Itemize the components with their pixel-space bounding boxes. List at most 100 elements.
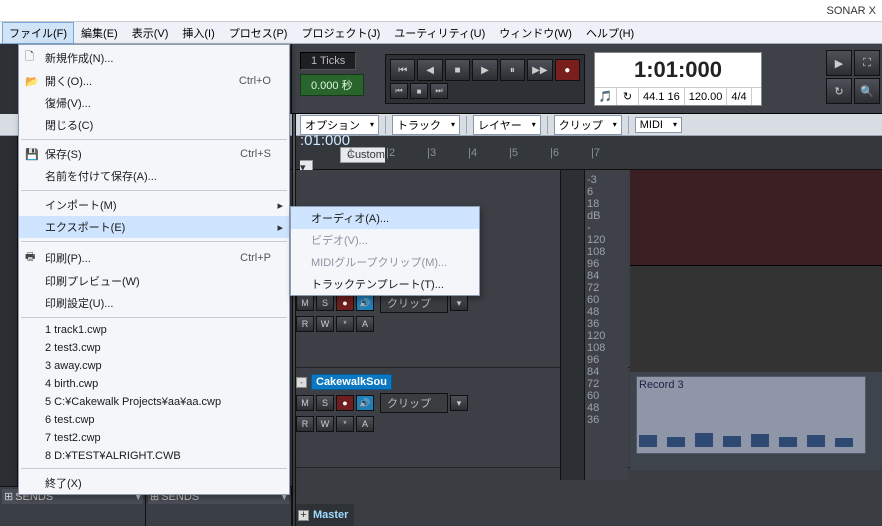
record-clip[interactable]: Record 3 xyxy=(636,376,866,454)
ruler-tick: |2 xyxy=(386,147,395,159)
scale-tick: 18 xyxy=(585,198,628,210)
menu-item-label: 印刷プレビュー(W) xyxy=(45,273,271,289)
tool-play-button[interactable]: ▶ xyxy=(826,50,852,76)
rewind-button[interactable]: ◀ xyxy=(417,59,442,81)
sub-dropdown[interactable]: MIDI xyxy=(635,117,682,133)
track-button[interactable]: A xyxy=(356,316,374,332)
scale-tick: 108 xyxy=(585,342,628,354)
sub-dropdown[interactable]: クリップ xyxy=(554,115,622,135)
track-button[interactable]: S xyxy=(316,295,334,311)
menu-item[interactable]: ファイル(F) xyxy=(2,22,74,44)
sub-dropdown[interactable]: トラック xyxy=(392,115,460,135)
menu-item[interactable]: 印刷プレビュー(W) xyxy=(19,270,289,292)
menu-item[interactable]: インポート(M) xyxy=(19,194,289,216)
menu-item[interactable]: 挿入(I) xyxy=(175,22,221,44)
audio-track-lane[interactable] xyxy=(630,170,882,266)
submenu-item[interactable]: オーディオ(A)... xyxy=(291,207,479,229)
cakewalk-track-lane[interactable]: Record 3 xyxy=(630,372,882,470)
track-button[interactable]: W xyxy=(316,416,334,432)
menu-item[interactable]: 🗋新規作成(N)... xyxy=(19,45,289,70)
tool-loop-button[interactable]: ↻ xyxy=(826,78,852,104)
marker-stop-button[interactable]: ■ xyxy=(410,83,428,99)
menu-item[interactable]: 名前を付けて保存(A)... xyxy=(19,165,289,187)
menu-item[interactable]: プロセス(P) xyxy=(222,22,295,44)
menu-item-label: 6 test.cwp xyxy=(45,414,271,426)
menu-item[interactable]: 表示(V) xyxy=(125,22,176,44)
menu-item[interactable]: 🖶印刷(P)...Ctrl+P xyxy=(19,245,289,270)
stop-button[interactable]: ■ xyxy=(445,59,470,81)
metronome-icon[interactable]: 🎵 xyxy=(595,88,617,105)
track-button[interactable]: * xyxy=(336,316,354,332)
ticks-display[interactable]: 1 Ticks xyxy=(300,52,356,70)
menu-item[interactable]: 💾保存(S)Ctrl+S xyxy=(19,143,289,165)
submenu-item[interactable]: ビデオ(V)... xyxy=(291,229,479,251)
track-button[interactable]: W xyxy=(316,316,334,332)
menu-item[interactable]: 1 track1.cwp xyxy=(19,321,289,339)
timeline-ruler[interactable]: 1|2|3|4|5|6|7 xyxy=(338,147,882,159)
master-bus[interactable]: + Master xyxy=(292,504,354,526)
expand-icon[interactable]: + xyxy=(298,510,309,521)
loop-icon[interactable]: ↻ xyxy=(617,88,639,105)
menu-item[interactable]: 6 test.cwp xyxy=(19,411,289,429)
menu-item[interactable]: 5 C:¥Cakewalk Projects¥aa¥aa.cwp xyxy=(19,393,289,411)
track-button[interactable]: M xyxy=(296,395,314,411)
track-button[interactable]: 🔊 xyxy=(356,395,374,411)
menu-item-label: 名前を付けて保存(A)... xyxy=(45,168,271,184)
midi-track-lane[interactable] xyxy=(630,266,882,372)
clip-dropdown-toggle[interactable]: ▾ xyxy=(450,295,468,311)
marker-next-button[interactable]: ⏭ xyxy=(430,83,448,99)
submenu-item[interactable]: MIDIグループクリップ(M)... xyxy=(291,251,479,273)
time-signature[interactable]: 4/4 xyxy=(727,88,751,105)
scale-tick: 36 xyxy=(585,318,628,330)
menu-item[interactable]: プロジェクト(J) xyxy=(294,22,387,44)
tempo-value[interactable]: 120.00 xyxy=(685,88,728,105)
collapse-icon[interactable]: - xyxy=(296,377,307,388)
time-display[interactable]: 1:01:000 🎵 ↻ 44.1 16 120.00 4/4 xyxy=(594,52,762,106)
tool-fit-button[interactable]: ⛶ xyxy=(854,50,880,76)
scale-tick: dB xyxy=(585,210,628,222)
menu-item[interactable]: 2 test3.cwp xyxy=(19,339,289,357)
menu-item[interactable]: 7 test2.cwp xyxy=(19,429,289,447)
track-button[interactable]: ● xyxy=(336,295,354,311)
seconds-display[interactable]: 0.000 秒 xyxy=(300,74,364,96)
menu-item[interactable]: ヘルプ(H) xyxy=(579,22,641,44)
track-button[interactable]: S xyxy=(316,395,334,411)
menu-item[interactable]: エクスポート(E) xyxy=(19,216,289,238)
record-button[interactable]: ● xyxy=(555,59,580,81)
track-button[interactable]: ● xyxy=(336,395,354,411)
menu-item[interactable]: 8 D:¥TEST¥ALRIGHT.CWB xyxy=(19,447,289,465)
submenu-item[interactable]: トラックテンプレート(T)... xyxy=(291,273,479,295)
track-button[interactable]: A xyxy=(356,416,374,432)
track-name[interactable]: CakewalkSou xyxy=(311,374,392,390)
pane-divider[interactable] xyxy=(292,114,296,526)
pause-button[interactable]: ⏸ xyxy=(500,59,525,81)
menu-item[interactable]: 終了(X) xyxy=(19,472,289,494)
forward-button[interactable]: ▶▶ xyxy=(527,59,552,81)
expand-icon[interactable]: ⊞ xyxy=(4,490,13,503)
play-button[interactable]: ▶ xyxy=(472,59,497,81)
menu-item[interactable]: 印刷設定(U)... xyxy=(19,292,289,314)
menu-item[interactable]: 📂開く(O)...Ctrl+O xyxy=(19,70,289,92)
menu-item[interactable]: 4 birth.cwp xyxy=(19,375,289,393)
marker-prev-button[interactable]: ⏮ xyxy=(390,83,408,99)
clip-dropdown[interactable]: クリップ xyxy=(380,393,448,413)
tool-zoom-button[interactable]: 🔍 xyxy=(854,78,880,104)
track-button[interactable]: R xyxy=(296,316,314,332)
track-button[interactable]: R xyxy=(296,416,314,432)
menu-item[interactable]: ウィンドウ(W) xyxy=(492,22,579,44)
menu-item[interactable]: ユーティリティ(U) xyxy=(387,22,492,44)
clip-area[interactable]: Record 3 xyxy=(630,170,882,470)
rewind-start-button[interactable]: ⏮ xyxy=(390,59,415,81)
menu-item[interactable]: 復帰(V)... xyxy=(19,92,289,114)
track-button[interactable]: * xyxy=(336,416,354,432)
clip-dropdown-toggle[interactable]: ▾ xyxy=(450,395,468,411)
menu-item[interactable]: 閉じる(C) xyxy=(19,114,289,136)
menu-item-label: 7 test2.cwp xyxy=(45,432,271,444)
sample-rate[interactable]: 44.1 16 xyxy=(639,88,685,105)
sub-dropdown[interactable]: レイヤー xyxy=(473,115,541,135)
track-button[interactable]: M xyxy=(296,295,314,311)
menu-item[interactable]: 編集(E) xyxy=(74,22,125,44)
menu-item[interactable]: 3 away.cwp xyxy=(19,357,289,375)
clip-dropdown[interactable]: クリップ xyxy=(380,293,448,313)
track-button[interactable]: 🔊 xyxy=(356,295,374,311)
